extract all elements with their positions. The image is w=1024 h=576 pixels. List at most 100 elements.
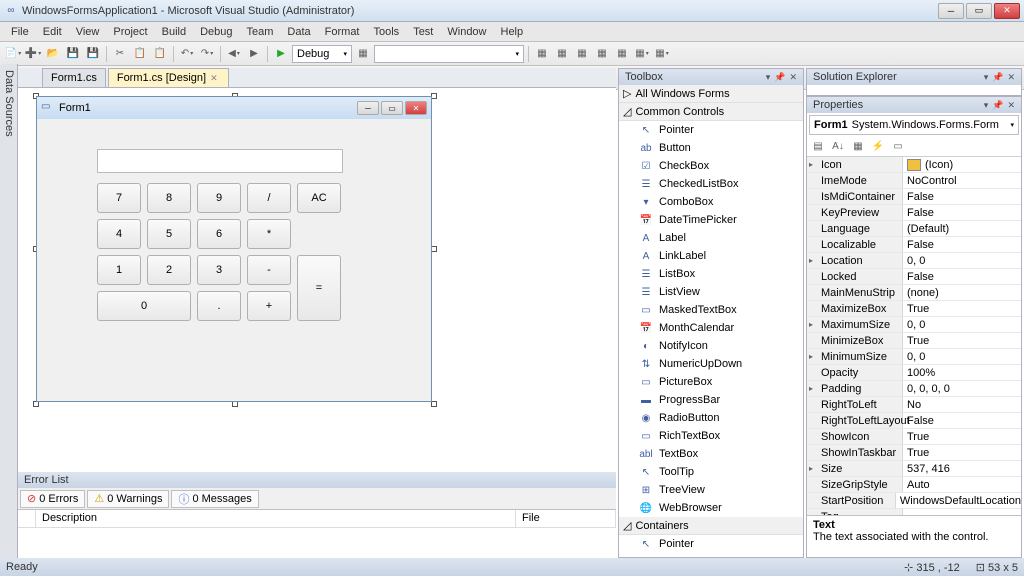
errors-filter[interactable]: ⊘0 Errors [20, 490, 85, 508]
find-combo[interactable]: ▾ [374, 45, 524, 63]
open-button[interactable]: 📂 [44, 45, 62, 63]
toolbar-icon[interactable]: ▦ [573, 45, 591, 63]
calc-button[interactable]: + [247, 291, 291, 321]
menu-debug[interactable]: Debug [193, 24, 239, 40]
calc-button[interactable]: 2 [147, 255, 191, 285]
config-combo[interactable]: Debug▾ [292, 45, 352, 63]
property-value[interactable]: 537, 416 [903, 461, 1021, 477]
nav-fwd-button[interactable]: ▶ [245, 45, 263, 63]
calc-button[interactable]: 9 [197, 183, 241, 213]
property-value[interactable]: True [903, 333, 1021, 349]
property-value[interactable]: (none) [903, 285, 1021, 301]
property-value[interactable]: True [903, 301, 1021, 317]
calc-button[interactable]: 6 [197, 219, 241, 249]
property-row[interactable]: MainMenuStrip(none) [807, 285, 1021, 301]
add-item-button[interactable]: ➕ [24, 45, 42, 63]
calc-button[interactable]: * [247, 219, 291, 249]
form-maximize-button[interactable]: ▭ [381, 101, 403, 115]
toolbox-item[interactable]: ↖Pointer [619, 535, 803, 553]
property-row[interactable]: ShowInTaskbarTrue [807, 445, 1021, 461]
close-icon[interactable]: ✕ [1007, 72, 1015, 83]
property-row[interactable]: IsMdiContainerFalse [807, 189, 1021, 205]
property-value[interactable]: No [903, 397, 1021, 413]
toolbox-item[interactable]: ablTextBox [619, 445, 803, 463]
property-value[interactable]: 0, 0 [903, 317, 1021, 333]
toolbox-item[interactable]: ALinkLabel [619, 247, 803, 265]
close-icon[interactable]: ✕ [789, 72, 797, 83]
solution-header[interactable]: Solution Explorer ▾📌✕ [807, 69, 1021, 85]
property-value[interactable]: True [903, 429, 1021, 445]
cut-button[interactable]: ✂ [111, 45, 129, 63]
calc-button[interactable]: 7 [97, 183, 141, 213]
tab[interactable]: Form1.cs [Design]✕ [108, 68, 229, 87]
toolbar-icon[interactable]: ▦ [553, 45, 571, 63]
close-icon[interactable]: ✕ [1007, 100, 1015, 111]
error-list-header[interactable]: Error List [18, 472, 616, 488]
pin-icon[interactable]: 📌 [992, 100, 1003, 111]
toolbar-icon[interactable]: ▦ [633, 45, 651, 63]
menu-format[interactable]: Format [318, 24, 367, 40]
menu-view[interactable]: View [69, 24, 107, 40]
property-value[interactable]: True [903, 445, 1021, 461]
property-row[interactable]: StartPositionWindowsDefaultLocation [807, 493, 1021, 509]
dropdown-icon[interactable]: ▾ [984, 72, 989, 83]
menu-tools[interactable]: Tools [367, 24, 407, 40]
col-icon[interactable] [18, 510, 36, 527]
property-row[interactable]: RightToLeftNo [807, 397, 1021, 413]
toolbox-header[interactable]: Toolbox ▾📌✕ [619, 69, 803, 85]
calc-display-textbox[interactable] [97, 149, 343, 173]
pin-icon[interactable]: 📌 [774, 72, 785, 83]
paste-button[interactable]: 📋 [151, 45, 169, 63]
toolbar-icon[interactable]: ▦ [354, 45, 372, 63]
property-row[interactable]: Icon(Icon) [807, 157, 1021, 173]
toolbox-item[interactable]: ALabel [619, 229, 803, 247]
property-row[interactable]: LocalizableFalse [807, 237, 1021, 253]
property-value[interactable]: 0, 0 [903, 349, 1021, 365]
tab-close-icon[interactable]: ✕ [210, 73, 220, 83]
menu-edit[interactable]: Edit [36, 24, 69, 40]
property-row[interactable]: KeyPreviewFalse [807, 205, 1021, 221]
property-value[interactable]: False [903, 269, 1021, 285]
menu-file[interactable]: File [4, 24, 36, 40]
dropdown-icon[interactable]: ▾ [984, 100, 989, 111]
nav-back-button[interactable]: ◀ [225, 45, 243, 63]
save-all-button[interactable]: 💾 [84, 45, 102, 63]
property-value[interactable]: False [903, 413, 1021, 429]
toolbox-item[interactable]: 🌐WebBrowser [619, 499, 803, 517]
property-row[interactable]: Padding0, 0, 0, 0 [807, 381, 1021, 397]
calc-button[interactable]: 1 [97, 255, 141, 285]
property-value[interactable]: False [903, 205, 1021, 221]
toolbox-item[interactable]: ☰CheckedListBox [619, 175, 803, 193]
calc-button[interactable]: 4 [97, 219, 141, 249]
toolbox-item[interactable]: ⊞TreeView [619, 481, 803, 499]
property-row[interactable]: LockedFalse [807, 269, 1021, 285]
property-value[interactable]: 100% [903, 365, 1021, 381]
toolbox-category[interactable]: ◿Containers [619, 517, 803, 535]
property-pages-button[interactable]: ▭ [889, 138, 907, 156]
undo-button[interactable]: ↶ [178, 45, 196, 63]
property-object-selector[interactable]: Form1 System.Windows.Forms.Form ▾ [809, 115, 1019, 135]
property-row[interactable]: MaximumSize0, 0 [807, 317, 1021, 333]
property-row[interactable]: MinimizeBoxTrue [807, 333, 1021, 349]
toolbox-item[interactable]: 📅MonthCalendar [619, 319, 803, 337]
calc-button[interactable]: / [247, 183, 291, 213]
toolbox-item[interactable]: ☰ListView [619, 283, 803, 301]
events-button[interactable]: ⚡ [869, 138, 887, 156]
toolbox-item[interactable]: ▾ComboBox [619, 193, 803, 211]
property-value[interactable]: 0, 0 [903, 253, 1021, 269]
property-value[interactable]: WindowsDefaultLocation [896, 493, 1021, 509]
pin-icon[interactable]: 📌 [992, 72, 1003, 83]
calc-equals-button[interactable]: = [297, 255, 341, 321]
properties-header[interactable]: Properties ▾📌✕ [807, 97, 1021, 113]
menu-data[interactable]: Data [280, 24, 317, 40]
property-row[interactable]: ImeModeNoControl [807, 173, 1021, 189]
toolbox-item[interactable]: ▭RichTextBox [619, 427, 803, 445]
toolbox-item[interactable]: ⇅NumericUpDown [619, 355, 803, 373]
property-value[interactable]: 0, 0, 0, 0 [903, 381, 1021, 397]
start-button[interactable]: ▶ [272, 45, 290, 63]
toolbox-item[interactable]: ▭PictureBox [619, 373, 803, 391]
menu-help[interactable]: Help [494, 24, 531, 40]
toolbar-icon[interactable]: ▦ [653, 45, 671, 63]
close-button[interactable]: ✕ [994, 3, 1020, 19]
redo-button[interactable]: ↷ [198, 45, 216, 63]
